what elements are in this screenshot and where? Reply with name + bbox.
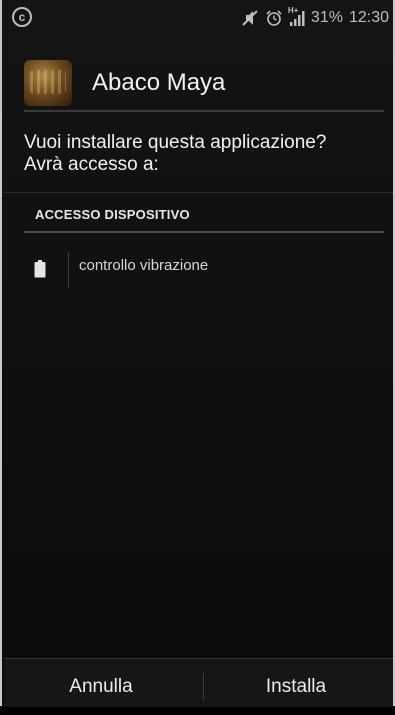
- app-header: Abaco Maya: [24, 60, 225, 106]
- copyright-circle-icon: c: [12, 7, 32, 27]
- status-bar: c H+ 31% 12:30: [2, 6, 393, 34]
- app-icon-abaco-maya: [24, 60, 72, 106]
- section-underline: [24, 231, 384, 233]
- install-button[interactable]: Installa: [199, 659, 393, 707]
- battery-icon: [34, 260, 46, 278]
- battery-percent: 31%: [310, 9, 343, 26]
- signal-type-label: H+: [287, 6, 299, 15]
- alarm-icon: [265, 9, 283, 27]
- section-title: ACCESSO DISPOSITIVO: [35, 207, 190, 222]
- install-question: Vuoi installare questa applicazione? Avr…: [24, 132, 384, 176]
- install-screen: c H+ 31% 12:30 Abaco Maya Vuoi installar…: [0, 0, 395, 707]
- content-divider: [4, 192, 393, 193]
- hplus-signal-icon: H+: [287, 6, 305, 27]
- mute-icon: [241, 9, 259, 27]
- app-title: Abaco Maya: [92, 69, 226, 96]
- permission-label: controllo vibrazione: [79, 257, 209, 274]
- status-icons: H+ 31% 12:30: [241, 6, 389, 30]
- header-divider: [24, 110, 384, 112]
- cancel-button[interactable]: Annulla: [4, 659, 198, 707]
- button-bar: Annulla Installa: [4, 658, 393, 707]
- install-question-line2: Avrà accesso a:: [24, 154, 159, 175]
- permission-separator: [68, 252, 69, 288]
- install-question-line1: Vuoi installare questa applicazione?: [24, 132, 327, 153]
- clock: 12:30: [348, 9, 389, 26]
- permission-item[interactable]: controllo vibrazione: [24, 250, 384, 290]
